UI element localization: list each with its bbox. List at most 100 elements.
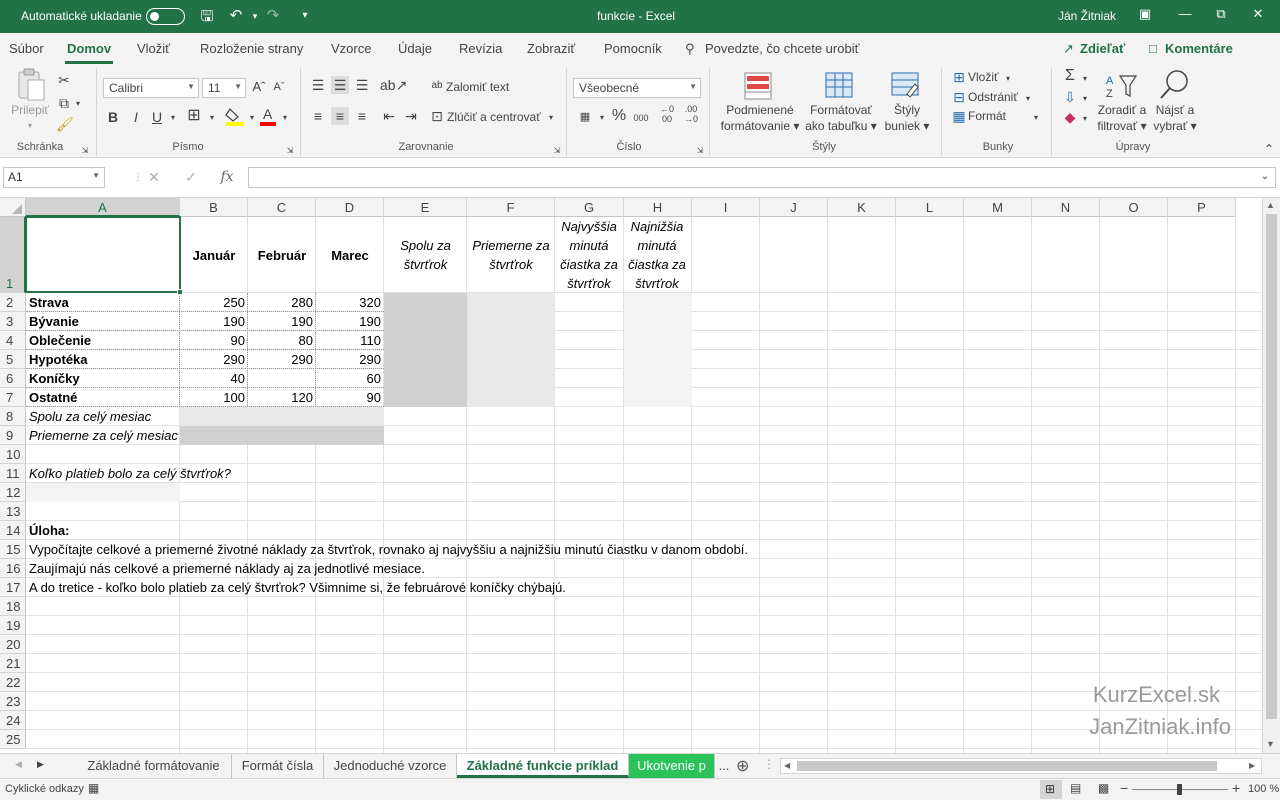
value-january[interactable]: 40 [180, 369, 248, 388]
font-name-box[interactable]: Calibri ▼ [103, 78, 199, 98]
ribbon-display-icon[interactable]: ▣ [1127, 6, 1163, 28]
close-icon[interactable]: ✕ [1240, 6, 1276, 28]
row-header[interactable]: 8 [0, 407, 26, 426]
row-label[interactable]: Strava [29, 293, 179, 312]
redo-icon[interactable]: ↷ [262, 6, 284, 24]
autosave-toggle[interactable] [146, 8, 185, 25]
cancel-entry-icon[interactable]: ✕ [146, 168, 162, 186]
row-header[interactable]: 23 [0, 692, 26, 711]
grow-font-icon[interactable]: Aˆ [251, 78, 267, 96]
format-cells-button[interactable]: Formát [968, 109, 1006, 123]
row-header[interactable]: 20 [0, 635, 26, 654]
row-label[interactable]: Koníčky [29, 369, 179, 388]
header-january[interactable]: Január [180, 246, 248, 265]
value-february[interactable]: 280 [248, 293, 316, 312]
column-header[interactable]: N [1032, 198, 1100, 217]
italic-button[interactable]: I [128, 108, 144, 126]
header-march[interactable]: Marec [316, 246, 384, 265]
row-header[interactable]: 12 [0, 483, 26, 502]
sheet-tab-number-format[interactable]: Formát čísla [232, 754, 324, 778]
task-line-2[interactable]: Zaujímajú nás celkové a priemerné náklad… [29, 559, 425, 578]
find-select-icon[interactable] [1157, 68, 1193, 102]
paste-dropdown-icon[interactable]: ▾ [22, 118, 38, 134]
conditional-formatting-button[interactable]: Podmienené formátovanie ▾ [715, 102, 805, 134]
row-header[interactable]: 18 [0, 597, 26, 616]
restore-icon[interactable]: ⧉ [1203, 6, 1239, 28]
row-header[interactable]: 1 [0, 217, 26, 293]
active-cell-selection[interactable] [25, 216, 181, 293]
column-header[interactable]: L [896, 198, 964, 217]
confirm-entry-icon[interactable]: ✓ [183, 168, 199, 186]
row-header[interactable]: 19 [0, 616, 26, 635]
name-box-resize-icon[interactable]: ⋮ [132, 168, 144, 186]
accounting-format-icon[interactable]: ▦ [576, 108, 594, 126]
hscroll-right-icon[interactable]: ▶ [1249, 761, 1255, 770]
borders-icon[interactable]: ⊞ [185, 107, 203, 125]
user-name[interactable]: Ján Žitniak [1058, 9, 1116, 23]
underline-button[interactable]: U [149, 108, 165, 126]
tab-home[interactable]: Domov [64, 41, 114, 64]
row-header[interactable]: 4 [0, 331, 26, 350]
column-header[interactable]: P [1168, 198, 1236, 217]
horizontal-scrollbar[interactable]: ◀ ▶ [780, 758, 1262, 774]
scroll-down-icon[interactable]: ▼ [1266, 739, 1275, 749]
row-header[interactable]: 9 [0, 426, 26, 445]
row-header[interactable]: 7 [0, 388, 26, 407]
zoom-slider-handle[interactable] [1177, 784, 1182, 795]
task-line-1[interactable]: Vypočítajte celkové a priemerné životné … [29, 540, 748, 559]
save-icon[interactable]: 🖫 [196, 6, 218, 31]
insert-cells-icon[interactable]: ⊞ [951, 68, 967, 86]
share-icon[interactable]: ↗ [1063, 41, 1074, 57]
circular-references-status[interactable]: Cyklické odkazy [5, 783, 84, 795]
percent-style-icon[interactable]: % [610, 107, 628, 125]
header-max-quarter[interactable]: Najvyššia minutá čiastka za štvrťrok [556, 217, 622, 293]
format-dropdown-icon[interactable]: ▾ [1031, 109, 1041, 127]
row-header[interactable]: 11 [0, 464, 26, 483]
paste-button[interactable]: Prilepiť [5, 102, 55, 118]
insert-cells-button[interactable]: Vložiť [968, 70, 999, 84]
scroll-thumb[interactable] [1266, 214, 1277, 719]
align-top-icon[interactable]: ☰ [309, 76, 327, 94]
delete-cells-button[interactable]: Odstrániť [968, 90, 1018, 104]
zoom-out-icon[interactable]: − [1120, 780, 1128, 796]
hscroll-thumb[interactable] [797, 761, 1217, 771]
fill-color-icon[interactable] [224, 106, 246, 126]
autosum-icon[interactable]: Σ [1062, 67, 1078, 85]
value-february[interactable]: 120 [248, 388, 316, 407]
cell-styles-icon[interactable] [889, 70, 925, 104]
font-color-icon[interactable]: A [259, 106, 277, 126]
row-label[interactable]: Ostatné [29, 388, 179, 407]
conditional-formatting-icon[interactable] [742, 70, 778, 104]
format-cells-icon[interactable]: ▦ [951, 107, 967, 125]
autosum-dropdown-icon[interactable]: ▾ [1080, 70, 1090, 88]
tab-splitter-icon[interactable]: ⋮ [763, 757, 775, 771]
merge-center-icon[interactable]: ⊡ [429, 107, 445, 125]
page-layout-view-icon[interactable]: ▤ [1070, 781, 1081, 795]
row-header[interactable]: 2 [0, 293, 26, 312]
delete-dropdown-icon[interactable]: ▾ [1023, 90, 1033, 108]
column-header[interactable]: D [316, 198, 384, 217]
share-button[interactable]: Zdieľať [1080, 41, 1125, 56]
wrap-text-button[interactable]: Zalomiť text [446, 80, 509, 94]
clear-dropdown-icon[interactable]: ▾ [1080, 110, 1090, 128]
customize-toolbar-icon[interactable]: ▾ [294, 10, 316, 21]
cell-styles-button[interactable]: Štýly buniek ▾ [878, 102, 936, 134]
name-box[interactable]: A1 ▼ [3, 167, 105, 188]
copy-dropdown-icon[interactable]: ▾ [73, 95, 83, 113]
row-label[interactable]: Bývanie [29, 312, 179, 331]
hscroll-left-icon[interactable]: ◀ [784, 761, 790, 770]
value-february[interactable]: 290 [248, 350, 316, 369]
sheet-tab-freeze[interactable]: Ukotvenie p [629, 754, 715, 778]
search-icon[interactable]: ⚲ [685, 41, 695, 57]
column-header[interactable]: F [467, 198, 555, 217]
column-header[interactable]: K [828, 198, 896, 217]
tab-page-layout[interactable]: Rozloženie strany [200, 41, 303, 56]
column-header[interactable]: G [555, 198, 624, 217]
value-january[interactable]: 290 [180, 350, 248, 369]
clear-icon[interactable]: ◆ [1062, 108, 1078, 126]
wrap-text-icon[interactable]: ab [430, 77, 444, 95]
increase-indent-icon[interactable]: ⇥ [402, 107, 420, 125]
align-left-icon[interactable]: ≡ [309, 107, 327, 125]
add-sheet-icon[interactable]: ⊕ [736, 756, 749, 776]
tell-me-box[interactable]: Povedzte, čo chcete urobiť [705, 41, 859, 56]
